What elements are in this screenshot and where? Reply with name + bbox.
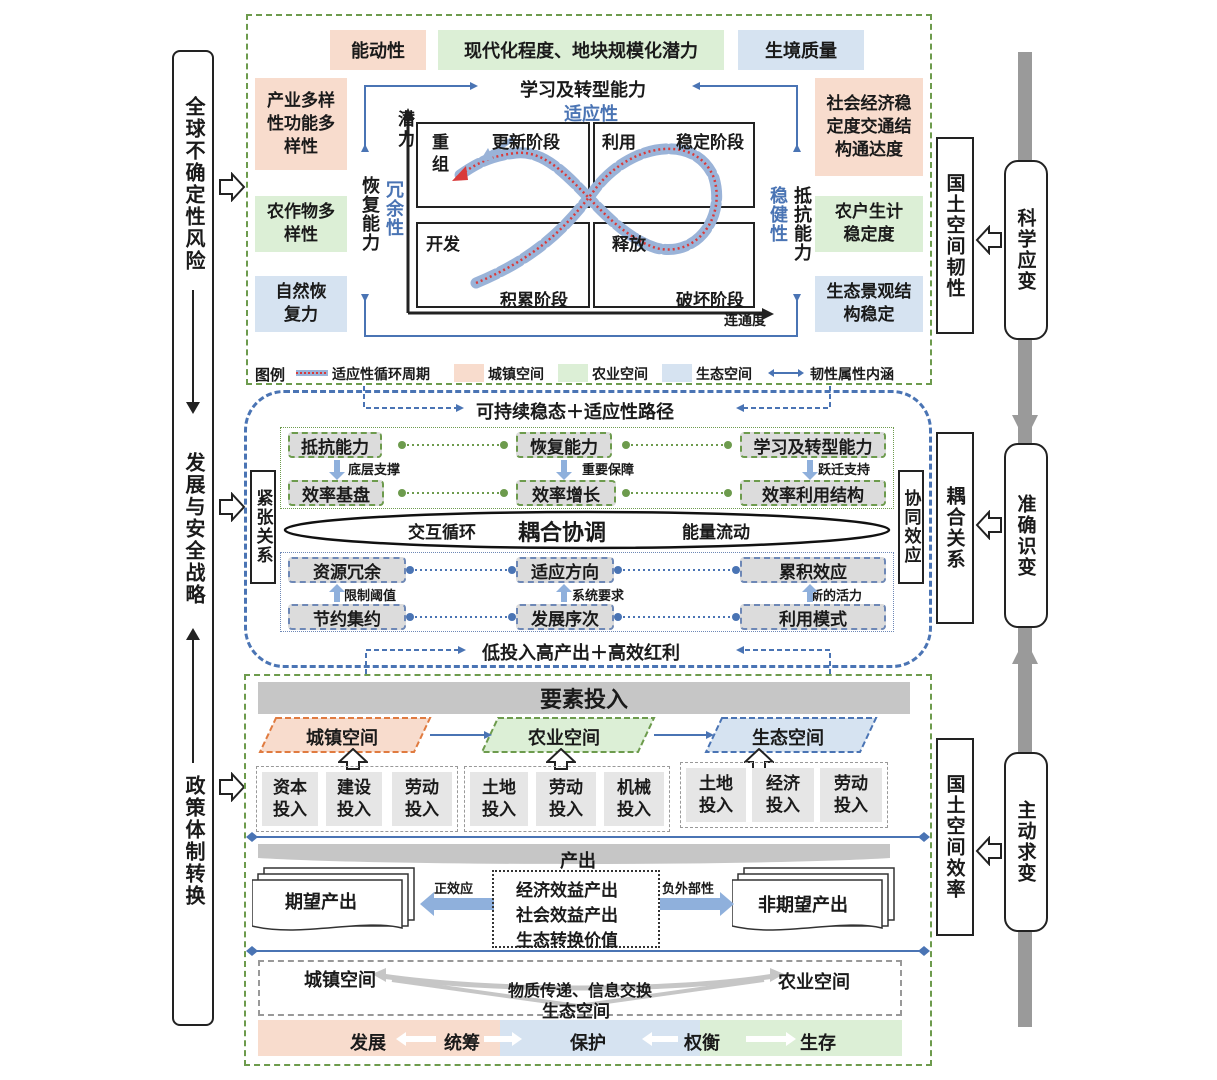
efficiency-scroll: 国土空间效率 [936,738,974,936]
interaction-cycle-label: 交互循环 [408,523,476,543]
hollow-left-arrow-icon [975,225,1002,255]
legend-farm: 农业空间 [592,367,648,383]
top-path-arrows [363,386,831,412]
attr-legend-icon [768,369,804,377]
lower-links [329,566,818,621]
learning-capacity-label: 学习及转型能力 [520,80,646,101]
down-arrow-icon [192,290,194,405]
natural-recovery-label: 自然恢复力 [255,276,347,332]
farmer-livelihood-label: 农户生计稳定度 [815,196,923,252]
divider-line-top [246,832,930,842]
positive-effect-label: 正效应 [434,882,474,897]
development-label: 开发 [426,235,460,255]
hollow-arrow-icon [219,772,246,802]
modernization-label: 现代化程度、地块规模化潜力 [438,30,724,70]
connectivity-arrowhead-icon [762,308,774,320]
hollow-arrow-icon [219,172,246,202]
legend-attr: 韧性属性内涵 [810,367,894,383]
land-input-eco: 土地投入 [686,768,746,822]
socioeconomic-stability-label: 社会经济稳定度交通结构通达度 [815,78,923,176]
capital-input: 资本投入 [262,772,318,826]
crop-diversity-label: 农作物多样性 [255,196,347,252]
desired-output-label: 期望产出 [285,892,357,913]
down-arrowhead-icon [186,402,200,414]
left-bar-bottom-text: 政策体制转换 [182,775,206,907]
scientific-response-label: 科学应变 [1004,160,1048,340]
farm-space-label: 农业空间 [528,728,600,749]
legend-title: 图例 [255,366,286,384]
flow-town-label: 城镇空间 [304,970,376,991]
agency-label: 能动性 [330,30,426,70]
destruction-stage-label: 破坏阶段 [676,291,744,311]
identify-change-label: 准确识变 [1004,443,1048,628]
construction-input: 建设投入 [326,772,382,826]
recovery-capacity-label: 恢复能力 [359,176,380,252]
tension-label: 紧张关系 [250,470,276,584]
right-track-arrowhead-icon [1012,415,1038,441]
resistance-label: 抵抗能力 [791,186,812,262]
renewal-stage-label: 更新阶段 [492,133,560,153]
survive-label: 生存 [800,1033,836,1054]
legend-cycle: 适应性循环周期 [332,367,430,383]
coupling-coordination-label: 耦合协调 [518,520,607,546]
flow-farm-label: 农业空间 [778,972,850,993]
factor-input-header: 要素投入 [258,682,910,714]
legend-town: 城镇空间 [488,367,544,383]
social-benefit: 社会效益产出 [516,906,618,926]
connectivity-label: 连通度 [724,313,766,329]
hollow-left-arrow-icon [975,510,1002,540]
economic-benefit: 经济效益产出 [516,881,618,901]
town-space-label: 城镇空间 [306,728,378,749]
legend-eco: 生态空间 [696,367,752,383]
economic-input: 经济投入 [752,768,814,822]
energy-flow-label: 能量流动 [682,523,750,543]
hollow-arrow-icon [219,492,246,522]
release-label: 释放 [612,235,646,255]
synergy-label: 协同效应 [898,470,924,584]
town-legend-swatch [454,364,484,382]
left-bar-mid-text: 发展与安全战略 [182,452,206,606]
seek-change-label: 主动求变 [1004,752,1048,932]
hollow-left-arrow-icon [975,836,1002,866]
industry-diversity-label: 产业多样性功能多样性 [255,78,347,170]
eco-legend-swatch [662,364,692,382]
reorganization-label: 重组 [432,133,449,175]
resilience-scroll: 国土空间韧性 [936,137,974,334]
stable-stage-label: 稳定阶段 [676,133,744,153]
upper-links [329,441,818,497]
flow-eco-label: 生态空间 [542,1002,610,1022]
cycle-legend-icon [296,370,328,376]
labor-input-eco: 劳动投入 [820,768,882,822]
undesired-output-label: 非期望产出 [758,895,848,916]
potential-label: 潜力 [398,110,415,150]
farm-legend-swatch [558,364,588,382]
coupling-scroll: 耦合关系 [936,432,974,624]
utilization-label: 利用 [602,133,636,153]
eco-landscape-label: 生态景观结构稳定 [815,276,923,332]
eco-space-label: 生态空间 [752,728,824,749]
develop-label: 发展 [350,1033,386,1054]
bottom-path-arrows [365,646,831,674]
negative-externality-label: 负外部性 [662,882,715,897]
left-bar-top-text: 全球不确定性风险 [182,96,206,272]
labor-input-farm: 劳动投入 [536,772,596,826]
band-arrows [396,1032,796,1046]
land-input-farm: 土地投入 [470,772,528,826]
right-track-arrowhead-icon [1012,638,1038,664]
habitat-quality-label: 生境质量 [738,30,864,70]
machinery-input: 机械投入 [604,772,664,826]
labor-input-town: 劳动投入 [392,772,452,826]
divider-line-bottom [246,946,930,956]
accumulation-stage-label: 积累阶段 [500,291,568,311]
up-arrow-icon [192,638,194,763]
